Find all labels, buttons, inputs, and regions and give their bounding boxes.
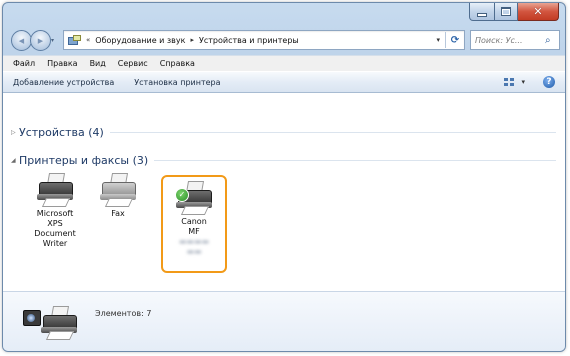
- item-count-status: Элементов: 7: [95, 309, 152, 318]
- menu-edit[interactable]: Правка: [41, 59, 83, 68]
- group-printers[interactable]: ◢ Принтеры и факсы (3): [11, 153, 556, 167]
- forward-button[interactable]: ▶: [30, 30, 51, 51]
- change-view-button[interactable]: ▾: [504, 77, 525, 87]
- printer-item-microsoft-xps[interactable]: Microsoft XPS Document Writer: [28, 173, 82, 249]
- breadcrumb-hardware-sound[interactable]: Оборудование и звук: [93, 36, 187, 45]
- menu-tools[interactable]: Сервис: [112, 59, 154, 68]
- address-dropdown-icon[interactable]: ▾: [431, 36, 445, 44]
- menu-help[interactable]: Справка: [154, 59, 201, 68]
- menu-file[interactable]: Файл: [7, 59, 41, 68]
- search-input[interactable]: Поиск: Ус...: [471, 36, 545, 45]
- group-printers-title[interactable]: Принтеры и факсы (3): [19, 154, 154, 167]
- recent-pages-dropdown[interactable]: ▾: [51, 37, 54, 44]
- item-label-redacted: ▬▬▬▬: [178, 237, 210, 246]
- content-pane: [3, 93, 565, 291]
- breadcrumb-separator-icon[interactable]: ▸: [187, 36, 197, 44]
- back-arrow-icon: ◀: [18, 36, 25, 45]
- close-icon: ✕: [533, 5, 543, 18]
- menu-view[interactable]: Вид: [84, 59, 112, 68]
- fax-icon: [98, 173, 138, 207]
- minimize-icon: [477, 12, 487, 17]
- collapse-arrow-icon[interactable]: ◢: [11, 157, 19, 164]
- item-label-redacted: ▬▬: [186, 247, 202, 256]
- navigation-bar: ◀ ▶ ▾ « Оборудование и звук ▸ Устройства…: [3, 25, 565, 55]
- default-printer-check-icon: ✓: [175, 188, 189, 202]
- group-devices-title[interactable]: Устройства (4): [19, 126, 110, 139]
- maximize-icon: [501, 7, 511, 16]
- forward-arrow-icon: ▶: [37, 36, 44, 45]
- maximize-button[interactable]: [495, 3, 518, 21]
- printer-icon: [35, 173, 75, 207]
- item-label: Canon: [181, 217, 207, 226]
- minimize-button[interactable]: [469, 3, 495, 21]
- add-printer-button[interactable]: Установка принтера: [124, 78, 230, 87]
- details-pane: Элементов: 7: [3, 291, 565, 351]
- expand-arrow-icon[interactable]: ▷: [11, 129, 19, 136]
- devices-folder-icon: [68, 35, 81, 45]
- help-icon[interactable]: ?: [543, 76, 555, 88]
- item-label: Document: [34, 229, 76, 238]
- explorer-window: ✕ ◀ ▶ ▾ « Оборудование и звук ▸ Устройст…: [2, 2, 566, 352]
- breadcrumb-devices-printers[interactable]: Устройства и принтеры: [197, 36, 301, 45]
- command-bar: Добавление устройства Установка принтера…: [3, 71, 565, 93]
- close-button[interactable]: ✕: [518, 3, 559, 21]
- view-dropdown-icon[interactable]: ▾: [521, 78, 525, 86]
- menu-bar: Файл Правка Вид Сервис Справка: [3, 55, 565, 71]
- item-label: Microsoft: [36, 209, 74, 218]
- item-label: Fax: [111, 209, 125, 218]
- item-label: XPS: [47, 219, 63, 228]
- group-divider: [154, 159, 556, 161]
- printer-item-canon-selected[interactable]: ✓ Canon MF ▬▬▬▬ ▬▬: [161, 175, 227, 273]
- group-devices[interactable]: ▷ Устройства (4): [11, 125, 556, 139]
- search-icon[interactable]: ⌕: [545, 35, 559, 46]
- view-options-icon: [504, 77, 515, 87]
- address-bar[interactable]: « Оборудование и звук ▸ Устройства и при…: [63, 30, 465, 50]
- printer-item-fax[interactable]: Fax: [91, 173, 145, 219]
- printer-icon: ✓: [174, 181, 214, 215]
- refresh-icon[interactable]: ⟳: [445, 32, 464, 48]
- add-device-button[interactable]: Добавление устройства: [3, 78, 124, 87]
- search-box[interactable]: Поиск: Ус... ⌕: [470, 30, 560, 50]
- group-divider: [109, 131, 556, 133]
- item-label: MF: [188, 227, 200, 236]
- item-label: Writer: [42, 239, 68, 248]
- devices-printers-icon: [39, 306, 79, 346]
- back-button[interactable]: ◀: [11, 30, 32, 51]
- camera-icon: [23, 310, 41, 326]
- hidden-crumbs-chevron[interactable]: «: [83, 36, 93, 44]
- caption-buttons: ✕: [469, 3, 559, 21]
